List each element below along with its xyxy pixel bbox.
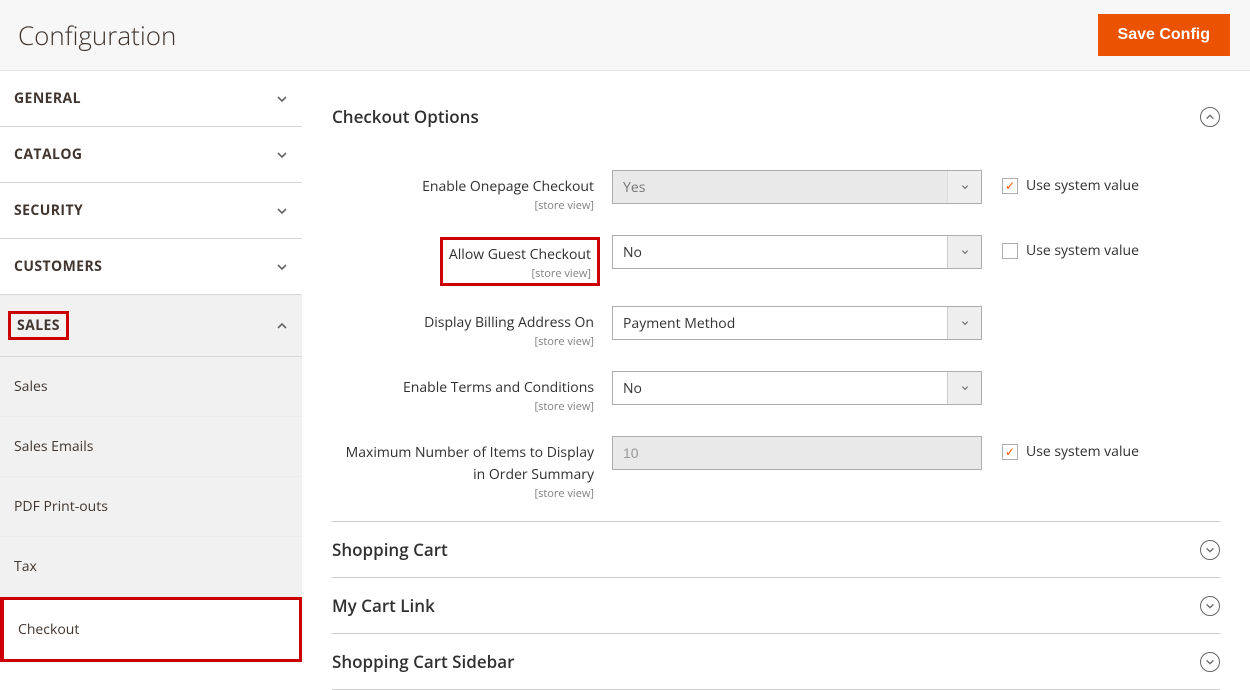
use-system-checkbox[interactable] (1002, 243, 1018, 259)
sidebar-item-pdf-printouts[interactable]: PDF Print-outs (0, 477, 302, 537)
field-terms-conditions: Enable Terms and Conditions [store view]… (332, 371, 1220, 414)
collapse-icon (1200, 107, 1220, 127)
use-system-label: Use system value (1026, 241, 1139, 260)
sidebar-item-sales[interactable]: Sales (0, 357, 302, 417)
dropdown-arrow-icon (947, 307, 981, 339)
section-cart-sidebar[interactable]: Shopping Cart Sidebar (332, 634, 1220, 690)
use-system-checkbox[interactable] (1002, 178, 1018, 194)
select-allow-guest[interactable]: No (612, 235, 982, 269)
field-billing-address: Display Billing Address On [store view] … (332, 306, 1220, 349)
scope-label: [store view] (332, 198, 594, 213)
scope-label: [store view] (332, 334, 594, 349)
section-my-cart-link[interactable]: My Cart Link (332, 578, 1220, 634)
save-config-button[interactable]: Save Config (1098, 14, 1230, 56)
expand-icon (1200, 540, 1220, 560)
field-label: Maximum Number of Items to Display in Or… (346, 443, 594, 484)
use-system-checkbox[interactable] (1002, 444, 1018, 460)
config-sidebar: GENERAL CATALOG SECURITY CUSTOMERS SALES… (0, 71, 302, 690)
field-allow-guest: Allow Guest Checkout [store view] No Use… (332, 235, 1220, 284)
field-label: Allow Guest Checkout (449, 245, 591, 264)
main-content: Checkout Options Enable Onepage Checkout… (302, 71, 1250, 690)
sidebar-item-sales-emails[interactable]: Sales Emails (0, 417, 302, 477)
dropdown-arrow-icon (947, 236, 981, 268)
select-value: No (613, 243, 652, 262)
section-title: Shopping Cart (332, 538, 448, 561)
section-title: My Cart Link (332, 594, 435, 617)
sidebar-group-catalog[interactable]: CATALOG (0, 127, 302, 183)
field-label: Display Billing Address On (424, 313, 594, 332)
scope-label: [store view] (332, 399, 594, 414)
select-value: Yes (613, 178, 655, 197)
field-label: Enable Onepage Checkout (422, 177, 594, 196)
sidebar-group-label: CATALOG (14, 145, 82, 164)
input-max-items (612, 436, 982, 470)
select-enable-onepage: Yes (612, 170, 982, 204)
chevron-down-icon (276, 93, 288, 105)
section-title: Checkout Options (332, 105, 479, 128)
field-max-items: Maximum Number of Items to Display in Or… (332, 436, 1220, 501)
sidebar-group-security[interactable]: SECURITY (0, 183, 302, 239)
scope-label: [store view] (449, 266, 591, 281)
page-title: Configuration (18, 17, 176, 53)
section-shopping-cart[interactable]: Shopping Cart (332, 522, 1220, 578)
sidebar-group-label: SALES (8, 311, 69, 340)
chevron-down-icon (276, 149, 288, 161)
select-value: Payment Method (613, 314, 745, 333)
expand-icon (1200, 596, 1220, 616)
section-checkout-options[interactable]: Checkout Options (332, 89, 1220, 144)
select-billing-address[interactable]: Payment Method (612, 306, 982, 340)
sidebar-group-label: CUSTOMERS (14, 257, 102, 276)
sidebar-item-checkout[interactable]: Checkout (0, 597, 302, 662)
field-label: Enable Terms and Conditions (403, 378, 594, 397)
sidebar-group-general[interactable]: GENERAL (0, 71, 302, 127)
field-enable-onepage: Enable Onepage Checkout [store view] Yes… (332, 170, 1220, 213)
sidebar-group-label: GENERAL (14, 89, 81, 108)
use-system-label: Use system value (1026, 442, 1139, 461)
dropdown-arrow-icon (947, 372, 981, 404)
dropdown-arrow-icon (947, 171, 981, 203)
expand-icon (1200, 652, 1220, 672)
select-value: No (613, 379, 652, 398)
chevron-down-icon (276, 261, 288, 273)
section-title: Shopping Cart Sidebar (332, 650, 514, 673)
checkout-options-fieldset: Enable Onepage Checkout [store view] Yes… (332, 144, 1220, 522)
use-system-label: Use system value (1026, 176, 1139, 195)
select-terms-conditions[interactable]: No (612, 371, 982, 405)
chevron-down-icon (276, 205, 288, 217)
sidebar-group-sales[interactable]: SALES (0, 295, 302, 357)
sidebar-group-label: SECURITY (14, 201, 83, 220)
sidebar-group-customers[interactable]: CUSTOMERS (0, 239, 302, 295)
chevron-up-icon (276, 320, 288, 332)
scope-label: [store view] (332, 486, 594, 501)
sidebar-item-tax[interactable]: Tax (0, 537, 302, 597)
